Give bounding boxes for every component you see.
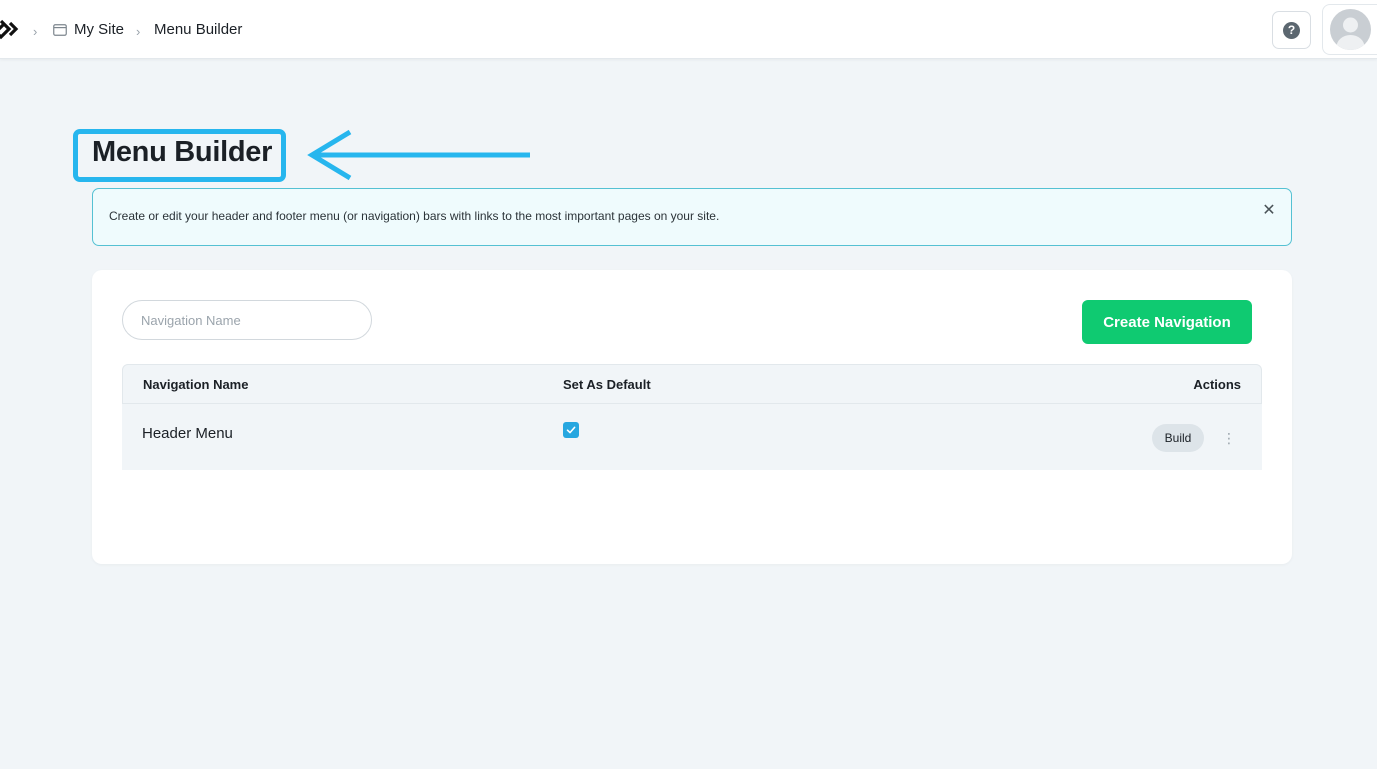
question-circle-icon: ? — [1283, 21, 1300, 39]
top-bar: › My Site › Menu Builder ? — [0, 0, 1377, 59]
table-row: Header Menu Build ⋮ — [122, 404, 1262, 470]
navigation-table: Navigation Name Set As Default Actions H… — [122, 364, 1262, 470]
info-banner: Create or edit your header and footer me… — [92, 188, 1292, 246]
navigation-name-search-input[interactable] — [122, 300, 372, 340]
create-navigation-button[interactable]: Create Navigation — [1082, 300, 1252, 344]
navigation-name-cell: Header Menu — [142, 425, 233, 442]
breadcrumb-chevron-icon: › — [136, 24, 141, 39]
navigation-card: Create Navigation Navigation Name Set As… — [92, 270, 1292, 564]
breadcrumb-site-link[interactable]: My Site — [74, 21, 124, 38]
user-silhouette-icon — [1336, 17, 1364, 50]
more-options-icon[interactable]: ⋮ — [1222, 428, 1236, 448]
close-icon[interactable]: ✕ — [1261, 203, 1277, 219]
table-header: Navigation Name Set As Default Actions — [122, 364, 1262, 404]
help-button[interactable]: ? — [1272, 11, 1311, 49]
annotation-arrow-icon — [307, 129, 530, 181]
set-default-checkbox[interactable] — [563, 422, 579, 438]
avatar — [1329, 9, 1371, 50]
build-button[interactable]: Build — [1152, 424, 1204, 452]
logo-icon[interactable] — [0, 19, 20, 41]
checkmark-icon — [566, 426, 576, 434]
column-header-navigation-name: Navigation Name — [143, 377, 249, 392]
breadcrumb-current: Menu Builder — [154, 21, 243, 38]
page-title: Menu Builder — [92, 136, 273, 168]
column-header-set-as-default: Set As Default — [563, 377, 651, 392]
column-header-actions: Actions — [1193, 377, 1241, 392]
user-menu-button[interactable] — [1322, 4, 1377, 55]
info-banner-text: Create or edit your header and footer me… — [109, 209, 720, 223]
browser-window-icon — [53, 24, 67, 36]
breadcrumb-chevron-icon: › — [33, 24, 38, 39]
